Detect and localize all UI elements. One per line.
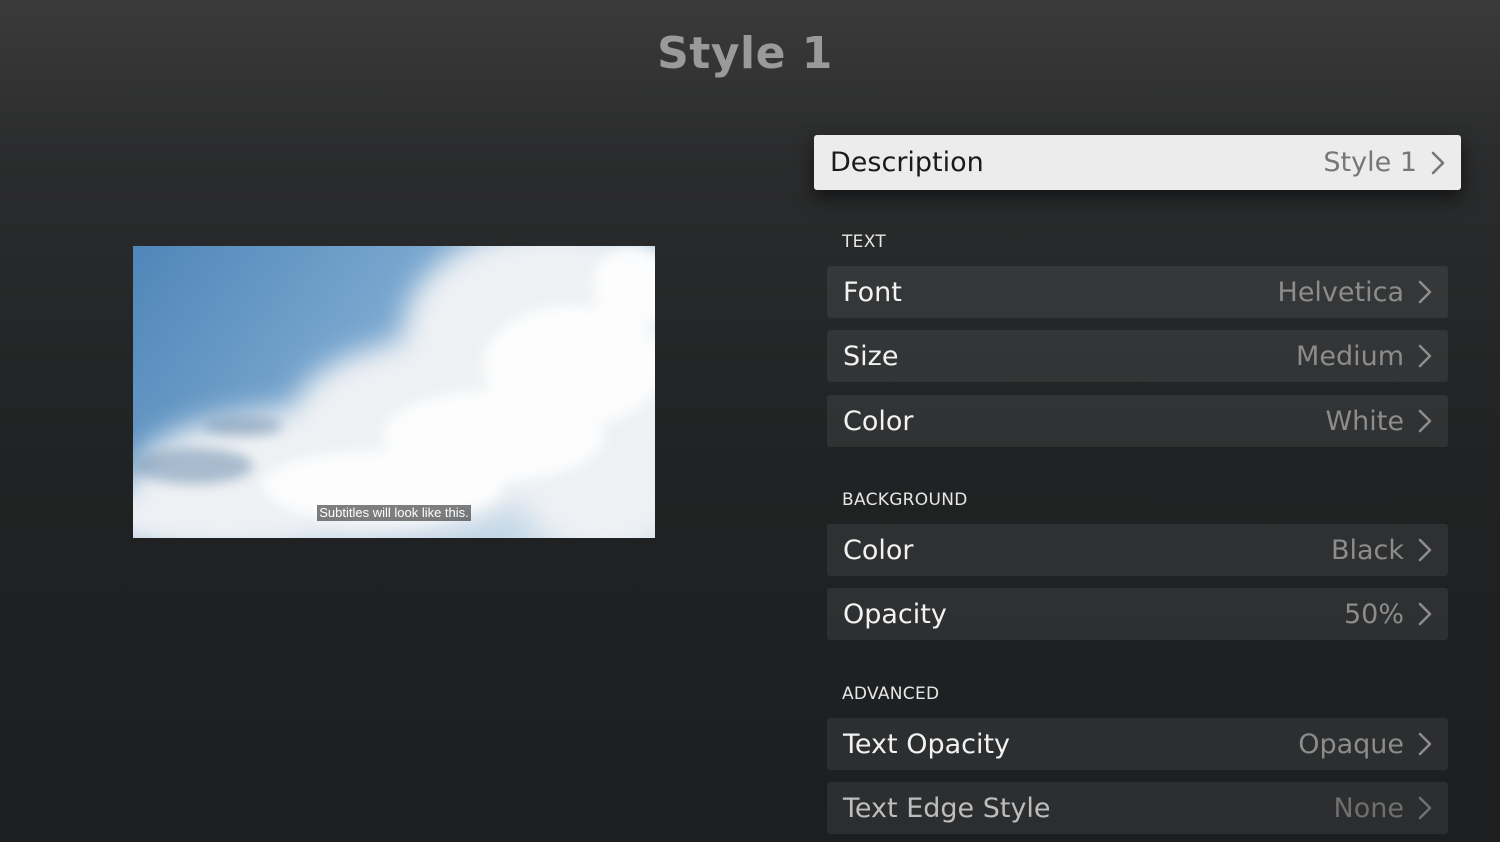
- chevron-right-icon: [1418, 796, 1432, 820]
- text-edge-style-row[interactable]: Text Edge Style None: [827, 782, 1448, 834]
- text-opacity-value: Opaque: [1298, 728, 1404, 760]
- text-opacity-label: Text Opacity: [843, 728, 1011, 760]
- description-value: Style 1: [1323, 147, 1417, 178]
- text-color-label: Color: [843, 405, 914, 437]
- background-opacity-value: 50%: [1343, 598, 1404, 630]
- background-color-label: Color: [843, 534, 914, 566]
- description-label: Description: [830, 147, 984, 178]
- chevron-right-icon: [1418, 732, 1432, 756]
- section-header-advanced: ADVANCED: [842, 684, 940, 704]
- background-color-row[interactable]: Color Black: [827, 524, 1448, 576]
- chevron-right-icon: [1418, 409, 1432, 433]
- chevron-right-icon: [1418, 280, 1432, 304]
- background-opacity-label: Opacity: [843, 598, 947, 630]
- subtitle-sample: Subtitles will look like this.: [133, 502, 655, 521]
- chevron-right-icon: [1418, 538, 1432, 562]
- section-header-background: BACKGROUND: [842, 490, 968, 510]
- chevron-right-icon: [1418, 344, 1432, 368]
- background-color-value: Black: [1330, 534, 1404, 566]
- background-opacity-row[interactable]: Opacity 50%: [827, 588, 1448, 640]
- text-edge-style-value: None: [1333, 792, 1404, 824]
- subtitle-sample-text: Subtitles will look like this.: [317, 505, 471, 521]
- text-opacity-row[interactable]: Text Opacity Opaque: [827, 718, 1448, 770]
- text-size-label: Size: [843, 340, 899, 372]
- chevron-right-icon: [1431, 151, 1445, 174]
- description-row[interactable]: Description Style 1: [814, 135, 1461, 190]
- page-title: Style 1: [657, 28, 833, 79]
- chevron-right-icon: [1418, 602, 1432, 626]
- text-color-value: White: [1325, 405, 1404, 437]
- section-header-text: TEXT: [842, 232, 887, 252]
- text-font-value: Helvetica: [1277, 276, 1404, 308]
- text-font-label: Font: [843, 276, 902, 308]
- text-edge-style-label: Text Edge Style: [843, 792, 1051, 824]
- sky-clouds-image: [133, 246, 655, 538]
- text-font-row[interactable]: Font Helvetica: [827, 266, 1448, 318]
- subtitle-preview: Subtitles will look like this.: [133, 246, 655, 538]
- text-color-row[interactable]: Color White: [827, 395, 1448, 447]
- text-size-row[interactable]: Size Medium: [827, 330, 1448, 382]
- text-size-value: Medium: [1296, 340, 1404, 372]
